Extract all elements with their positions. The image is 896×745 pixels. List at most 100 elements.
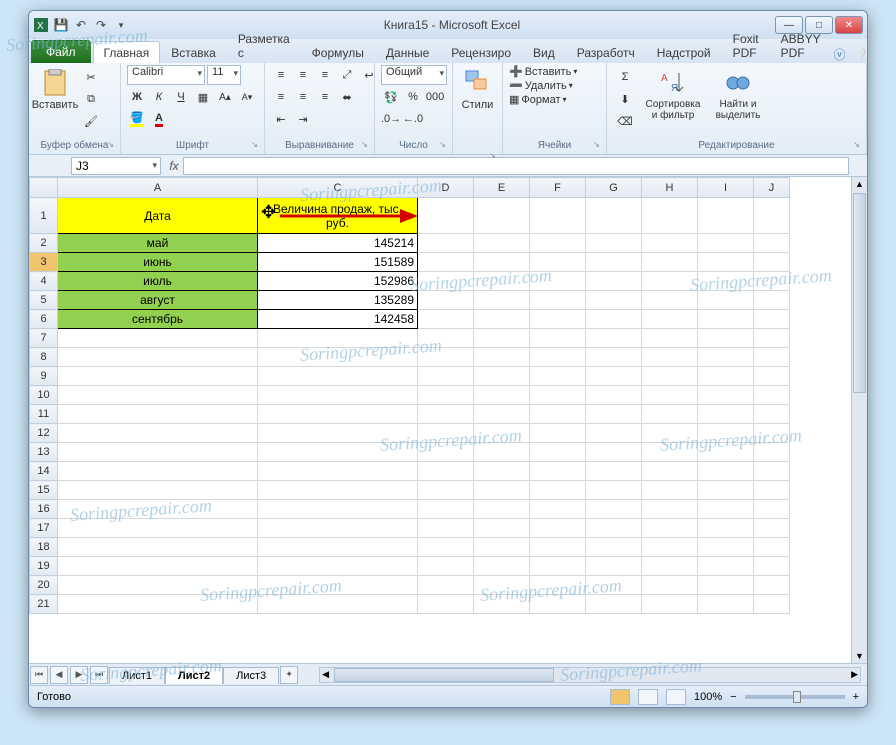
cell-H11[interactable] — [642, 405, 698, 424]
cell-J9[interactable] — [754, 367, 790, 386]
row-header-18[interactable]: 18 — [30, 538, 58, 557]
cell-A8[interactable] — [58, 348, 258, 367]
cell-J8[interactable] — [754, 348, 790, 367]
cell-I18[interactable] — [698, 538, 754, 557]
border-icon[interactable]: ▦ — [193, 87, 213, 107]
cell-A18[interactable] — [58, 538, 258, 557]
cell-J14[interactable] — [754, 462, 790, 481]
row-header-16[interactable]: 16 — [30, 500, 58, 519]
format-painter-icon[interactable]: 🖌 — [81, 111, 101, 131]
row-header-14[interactable]: 14 — [30, 462, 58, 481]
cell-I3[interactable] — [698, 253, 754, 272]
horizontal-scrollbar[interactable] — [319, 667, 861, 683]
cell-C17[interactable] — [258, 519, 418, 538]
cell-G4[interactable] — [586, 272, 642, 291]
formula-input[interactable] — [183, 157, 849, 175]
cell-I1[interactable] — [698, 198, 754, 234]
cell-C14[interactable] — [258, 462, 418, 481]
row-header-4[interactable]: 4 — [30, 272, 58, 291]
cell-F16[interactable] — [530, 500, 586, 519]
cell-D18[interactable] — [418, 538, 474, 557]
sheet-tab-2[interactable]: Лист2 — [165, 667, 223, 684]
cell-E21[interactable] — [474, 595, 530, 614]
tab-home[interactable]: Главная — [93, 41, 161, 63]
font-color-icon[interactable]: A — [149, 109, 169, 129]
cell-A3[interactable]: июнь — [58, 253, 258, 272]
cell-A19[interactable] — [58, 557, 258, 576]
save-icon[interactable]: 💾 — [53, 17, 69, 33]
minimize-ribbon-icon[interactable]: ⓥ — [831, 46, 847, 63]
sheet-nav-first[interactable]: ⏮ — [30, 666, 48, 684]
row-header-6[interactable]: 6 — [30, 310, 58, 329]
cell-E10[interactable] — [474, 386, 530, 405]
cell-H2[interactable] — [642, 234, 698, 253]
cell-I17[interactable] — [698, 519, 754, 538]
tab-abbyy[interactable]: ABBYY PDF — [770, 27, 832, 63]
cell-D6[interactable] — [418, 310, 474, 329]
row-header-20[interactable]: 20 — [30, 576, 58, 595]
cell-I6[interactable] — [698, 310, 754, 329]
cell-H4[interactable] — [642, 272, 698, 291]
cell-H17[interactable] — [642, 519, 698, 538]
cell-C13[interactable] — [258, 443, 418, 462]
merge-icon[interactable]: ⬌ — [337, 87, 357, 107]
cell-H21[interactable] — [642, 595, 698, 614]
clear-icon[interactable]: ⌫ — [615, 111, 635, 131]
sheet-nav-prev[interactable]: ◀ — [50, 666, 68, 684]
cell-D11[interactable] — [418, 405, 474, 424]
tab-layout[interactable]: Разметка с — [227, 27, 301, 63]
cell-F11[interactable] — [530, 405, 586, 424]
cell-I15[interactable] — [698, 481, 754, 500]
row-header-17[interactable]: 17 — [30, 519, 58, 538]
font-grow-icon[interactable]: A▴ — [215, 87, 235, 107]
cell-F18[interactable] — [530, 538, 586, 557]
cell-E4[interactable] — [474, 272, 530, 291]
cell-G3[interactable] — [586, 253, 642, 272]
cell-G19[interactable] — [586, 557, 642, 576]
view-layout-icon[interactable] — [638, 689, 658, 705]
cell-E16[interactable] — [474, 500, 530, 519]
worksheet-grid[interactable]: ACDEFGHIJ1ДатаВеличина продаж, тыс. руб.… — [29, 177, 867, 663]
cell-A14[interactable] — [58, 462, 258, 481]
align-middle-icon[interactable]: ≡ — [293, 65, 313, 85]
cell-J11[interactable] — [754, 405, 790, 424]
cell-D20[interactable] — [418, 576, 474, 595]
percent-icon[interactable]: % — [403, 87, 423, 107]
cell-A2[interactable]: май — [58, 234, 258, 253]
cell-I7[interactable] — [698, 329, 754, 348]
fx-icon[interactable]: fx — [165, 159, 183, 173]
tab-insert[interactable]: Вставка — [160, 41, 227, 63]
cell-D9[interactable] — [418, 367, 474, 386]
cell-C18[interactable] — [258, 538, 418, 557]
cell-F15[interactable] — [530, 481, 586, 500]
cell-A4[interactable]: июль — [58, 272, 258, 291]
cell-G8[interactable] — [586, 348, 642, 367]
tab-data[interactable]: Данные — [375, 41, 440, 63]
cell-J19[interactable] — [754, 557, 790, 576]
orientation-icon[interactable]: ⤢ — [337, 65, 357, 85]
cell-C10[interactable] — [258, 386, 418, 405]
cell-A11[interactable] — [58, 405, 258, 424]
currency-icon[interactable]: 💱 — [381, 87, 401, 107]
cell-C7[interactable] — [258, 329, 418, 348]
font-name-select[interactable]: Calibri — [127, 65, 205, 85]
help-icon[interactable]: ❔ — [853, 48, 868, 62]
cell-D21[interactable] — [418, 595, 474, 614]
find-select-button[interactable]: Найти и выделить — [709, 65, 767, 125]
sheet-tab-1[interactable]: Лист1 — [109, 667, 165, 684]
tab-developer[interactable]: Разработч — [566, 41, 646, 63]
cell-G17[interactable] — [586, 519, 642, 538]
cell-D15[interactable] — [418, 481, 474, 500]
bold-button[interactable]: Ж — [127, 87, 147, 107]
cell-E15[interactable] — [474, 481, 530, 500]
row-header-8[interactable]: 8 — [30, 348, 58, 367]
row-header-11[interactable]: 11 — [30, 405, 58, 424]
cells-insert-button[interactable]: ➕Вставить▾ — [509, 65, 577, 78]
undo-icon[interactable]: ↶ — [73, 17, 89, 33]
cell-J7[interactable] — [754, 329, 790, 348]
row-header-13[interactable]: 13 — [30, 443, 58, 462]
zoom-slider[interactable] — [745, 695, 845, 699]
cell-E12[interactable] — [474, 424, 530, 443]
cell-I20[interactable] — [698, 576, 754, 595]
tab-file[interactable]: Файл — [31, 40, 91, 63]
